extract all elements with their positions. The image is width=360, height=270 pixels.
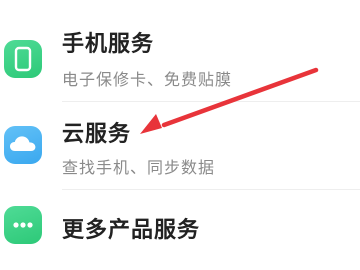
phone-icon — [4, 40, 42, 78]
settings-item-cloud-service[interactable]: 云服务 查找手机、同步数据 — [0, 102, 360, 190]
settings-item-more-services[interactable]: 更多产品服务 — [0, 190, 360, 270]
settings-item-subtitle: 电子保修卡、免费贴膜 — [62, 70, 233, 89]
settings-list: 手机服务 电子保修卡、免费贴膜 云服务 查找手机、同步数据 更多产品服务 — [0, 0, 360, 270]
more-dots-icon — [4, 206, 42, 244]
settings-item-phone-service[interactable]: 手机服务 电子保修卡、免费贴膜 — [0, 6, 360, 102]
settings-item-subtitle: 查找手机、同步数据 — [62, 158, 216, 177]
settings-item-title: 更多产品服务 — [62, 218, 201, 243]
settings-item-title: 手机服务 — [62, 32, 155, 57]
cloud-icon — [4, 126, 42, 164]
settings-item-title: 云服务 — [62, 122, 132, 147]
